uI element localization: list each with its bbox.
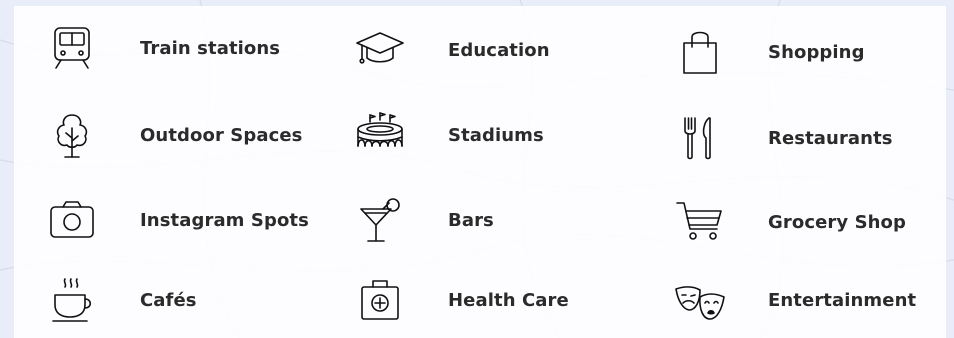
shopping-cart-icon bbox=[672, 194, 728, 250]
amenity-label: Education bbox=[448, 39, 550, 61]
amenities-section: Train stations Outdoor Spaces Instagram … bbox=[0, 0, 954, 338]
amenity-label: Grocery Shop bbox=[768, 211, 907, 233]
amenity-grocery-shop: Grocery Shop bbox=[672, 192, 906, 252]
amenity-health-care: Health Care bbox=[352, 270, 569, 330]
amenity-bars: Bars bbox=[352, 190, 494, 250]
amenity-cafes: Cafés bbox=[44, 270, 197, 330]
amenity-outdoor-spaces: Outdoor Spaces bbox=[44, 105, 302, 165]
amenity-train-stations: Train stations bbox=[44, 18, 280, 78]
stadium-icon bbox=[352, 107, 408, 163]
amenity-restaurants: Restaurants bbox=[672, 108, 893, 168]
amenity-label: Outdoor Spaces bbox=[140, 124, 303, 146]
train-icon bbox=[44, 20, 100, 76]
amenity-label: Instagram Spots bbox=[140, 209, 309, 231]
amenity-label: Cafés bbox=[140, 289, 197, 311]
graduation-cap-icon bbox=[352, 22, 408, 78]
amenity-education: Education bbox=[352, 20, 550, 80]
amenity-label: Shopping bbox=[768, 41, 865, 63]
amenity-label: Restaurants bbox=[768, 127, 893, 149]
camera-icon bbox=[44, 192, 100, 248]
tree-icon bbox=[44, 107, 100, 163]
amenity-label: Health Care bbox=[448, 289, 569, 311]
amenity-label: Bars bbox=[448, 209, 494, 231]
cocktail-icon bbox=[352, 192, 408, 248]
amenity-label: Entertainment bbox=[768, 289, 917, 311]
amenity-label: Stadiums bbox=[448, 124, 544, 146]
first-aid-kit-icon bbox=[352, 272, 408, 328]
amenity-instagram-spots: Instagram Spots bbox=[44, 190, 309, 250]
fork-knife-icon bbox=[672, 110, 728, 166]
amenity-stadiums: Stadiums bbox=[352, 105, 544, 165]
amenity-label: Train stations bbox=[140, 37, 281, 59]
coffee-cup-icon bbox=[44, 272, 100, 328]
amenity-entertainment: Entertainment bbox=[672, 270, 916, 330]
theater-masks-icon bbox=[672, 272, 728, 328]
shopping-bag-icon bbox=[672, 24, 728, 80]
amenity-shopping: Shopping bbox=[672, 22, 865, 82]
